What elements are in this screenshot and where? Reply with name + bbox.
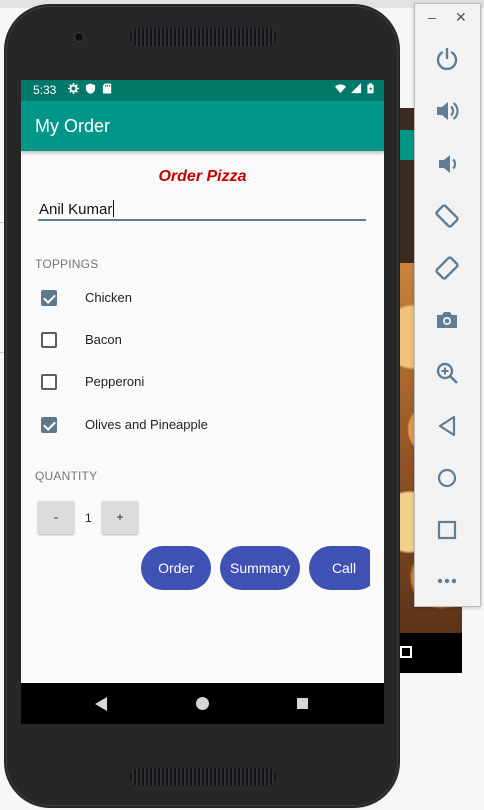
more-icon[interactable] xyxy=(432,566,462,596)
overview-icon[interactable] xyxy=(297,698,308,709)
front-camera xyxy=(74,32,84,42)
camera-icon[interactable] xyxy=(432,305,462,335)
device-screen: 5:33 My Order Order Pizza Anil Kumar TOP… xyxy=(21,80,384,724)
overview-icon[interactable] xyxy=(432,515,462,545)
close-icon[interactable]: ✕ xyxy=(455,9,467,26)
order-button[interactable]: Order xyxy=(141,546,211,590)
zoom-icon[interactable] xyxy=(432,358,462,388)
volume-down-icon[interactable] xyxy=(432,149,462,179)
summary-button[interactable]: Summary xyxy=(220,546,300,590)
back-icon[interactable] xyxy=(432,411,462,441)
emulator-toolbar: – ✕ xyxy=(414,3,481,607)
rotate-left-icon[interactable] xyxy=(432,201,462,231)
power-icon[interactable] xyxy=(432,44,462,74)
home-icon[interactable] xyxy=(432,463,462,493)
top-speaker xyxy=(130,28,276,46)
action-buttons-row: Order Summary Call xyxy=(21,80,370,724)
background-navbar xyxy=(392,633,462,673)
volume-up-icon[interactable] xyxy=(432,96,462,126)
minimize-icon[interactable]: – xyxy=(428,9,436,25)
call-button[interactable]: Call xyxy=(309,546,370,590)
home-icon[interactable] xyxy=(196,697,209,710)
bottom-speaker xyxy=(130,768,276,786)
back-icon[interactable] xyxy=(95,697,107,711)
navigation-bar xyxy=(21,683,384,724)
overview-icon xyxy=(400,646,412,658)
rotate-right-icon[interactable] xyxy=(432,253,462,283)
